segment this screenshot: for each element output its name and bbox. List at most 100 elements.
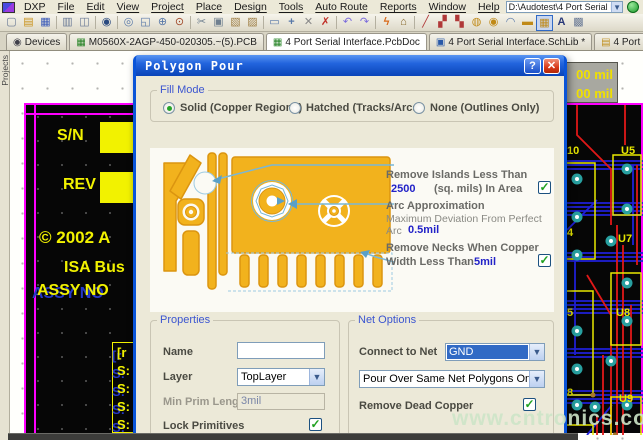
remove-necks-checkbox[interactable]: ✓ [538, 254, 551, 267]
copper-fill-rect [100, 172, 133, 203]
document-tab-label: 4 Port Serial Interface.SchLib * [448, 37, 585, 48]
toolbar-separator[interactable] [263, 16, 264, 29]
layer-select[interactable]: TopLayer ▼ [237, 368, 325, 386]
menu-item[interactable]: DXP [18, 1, 52, 13]
connect-to-net-select[interactable]: GND ▼ [445, 343, 545, 361]
chevron-down-icon[interactable]: ▼ [611, 2, 622, 12]
radio-hatched-label: Hatched (Tracks/Arcs) [306, 102, 422, 114]
radio-icon [289, 102, 301, 114]
document-tab[interactable]: ▦ M0560X-2AGP-450-020305.~(5).PCB [69, 33, 264, 50]
help-icon[interactable]: ? [524, 58, 541, 74]
select-area-icon[interactable]: ▭ [266, 15, 283, 31]
toolbar-separator[interactable] [190, 16, 191, 29]
menu-item[interactable]: Auto Route [309, 1, 374, 13]
dialog-title-bar[interactable]: Polygon Pour ? ✕ [136, 55, 564, 76]
print-icon[interactable]: ▥ [59, 15, 76, 31]
undo-icon[interactable]: ↶ [339, 15, 356, 31]
document-tab[interactable]: ◉ Devices [6, 33, 67, 50]
radio-none[interactable]: None (Outlines Only) [413, 102, 539, 114]
copy-icon[interactable]: ▣ [210, 15, 227, 31]
radio-solid[interactable]: Solid (Copper Regions) [163, 102, 302, 114]
toolbar-separator[interactable] [336, 16, 337, 29]
menu-item[interactable]: File [52, 1, 81, 13]
paste-array-icon[interactable]: ▨ [244, 15, 261, 31]
toolbar-separator[interactable] [117, 16, 118, 29]
name-field[interactable] [237, 342, 325, 359]
menu-item[interactable]: Project [145, 1, 190, 13]
place-net-icon[interactable]: ▚ [451, 15, 468, 31]
place-fill-icon[interactable]: ▬ [519, 15, 536, 31]
polygon-pour-dialog: Polygon Pour ? ✕ Fill Mode Solid (Copper… [133, 55, 567, 440]
menu-item[interactable]: Place [190, 1, 228, 13]
layer-label: Layer [163, 371, 192, 383]
lock-primitives-checkbox[interactable]: ✓ [309, 418, 322, 431]
menu-item[interactable]: View [111, 1, 146, 13]
menu-item[interactable]: Help [472, 1, 506, 13]
find-icon[interactable]: ⌂ [395, 15, 412, 31]
place-polygon-icon[interactable]: ▦ [536, 15, 553, 31]
close-icon[interactable]: ✕ [543, 58, 560, 74]
remove-islands-checkbox[interactable]: ✓ [538, 181, 551, 194]
silkscreen-box-line: S: [117, 363, 130, 378]
place-string-icon[interactable]: A [553, 15, 570, 31]
toolbar-separator[interactable] [56, 16, 57, 29]
document-tab-label: 4 Port Serial Interface.PcbDoc [285, 37, 420, 48]
menu-item[interactable]: Tools [273, 1, 310, 13]
help-advisor-icon[interactable] [627, 1, 639, 13]
arc-value[interactable]: 0.5mil [408, 224, 439, 236]
remove-islands-value[interactable]: 2500 [391, 183, 415, 195]
watermark-text: www.cntronics.com [452, 407, 643, 431]
open-folder-icon[interactable]: ▤ [20, 15, 37, 31]
project-path-combo[interactable]: D:\Audotest\4 Port Serial Inter ▼ [506, 1, 623, 13]
save-icon[interactable]: ▦ [37, 15, 54, 31]
zoom-selection-icon[interactable]: ⊙ [171, 15, 188, 31]
place-arc-icon[interactable]: ◠ [502, 15, 519, 31]
menu-item[interactable]: Reports [374, 1, 423, 13]
pcb-board-right[interactable]: 10 U5 4 U7 5 U8 8 U9 [567, 103, 643, 433]
net-options-caption: Net Options [355, 314, 419, 326]
fill-mode-caption: Fill Mode [157, 84, 208, 96]
menu-item[interactable]: Edit [80, 1, 110, 13]
toolbar-separator[interactable] [414, 16, 415, 29]
deselect-icon[interactable]: ✕ [300, 15, 317, 31]
radio-hatched[interactable]: Hatched (Tracks/Arcs) [289, 102, 422, 114]
place-track-icon[interactable]: ▞ [434, 15, 451, 31]
interactive-routing-icon[interactable]: ϟ [378, 15, 395, 31]
menu-item[interactable]: Design [228, 1, 273, 13]
silkscreen-text-rev: REV [63, 176, 96, 194]
place-pad-icon[interactable]: ◍ [468, 15, 485, 31]
zoom-in-icon[interactable]: ⊕ [154, 15, 171, 31]
document-icon: ▤ [601, 37, 610, 48]
silkscreen-text-isa: ISA Bus [64, 259, 125, 277]
redo-icon[interactable]: ↷ [356, 15, 373, 31]
toolbar-separator[interactable] [375, 16, 376, 29]
pour-over-select[interactable]: Pour Over Same Net Polygons Only ▼ [359, 370, 545, 388]
place-line-icon[interactable]: ╱ [417, 15, 434, 31]
toolbar-separator[interactable] [95, 16, 96, 29]
place-component-icon[interactable]: ▩ [570, 15, 587, 31]
new-document-icon[interactable]: ▢ [3, 15, 20, 31]
chevron-down-icon[interactable]: ▼ [529, 344, 544, 360]
print-preview-icon[interactable]: ◫ [76, 15, 93, 31]
view-3d-icon[interactable]: ◉ [98, 15, 115, 31]
chevron-down-icon[interactable]: ▼ [309, 369, 324, 385]
document-tab[interactable]: ▤ 4 Port UART and Line Drivers [594, 33, 643, 50]
chevron-down-icon[interactable]: ▼ [529, 371, 544, 387]
application-window: DXPFileEditViewProjectPlaceDesignToolsAu… [0, 0, 643, 440]
designator-label: 10 [567, 145, 579, 157]
radio-icon [163, 102, 175, 114]
zoom-document-icon[interactable]: ◎ [120, 15, 137, 31]
removed-island [194, 172, 216, 194]
projects-panel-tab[interactable]: Projects [0, 51, 10, 440]
remove-necks-value[interactable]: 5mil [474, 256, 496, 268]
paste-icon[interactable]: ▧ [227, 15, 244, 31]
document-tab[interactable]: ▣ 4 Port Serial Interface.SchLib * [429, 33, 592, 50]
cut-icon[interactable]: ✂ [193, 15, 210, 31]
move-icon[interactable]: + [283, 15, 300, 31]
zoom-area-icon[interactable]: ◱ [137, 15, 154, 31]
menu-item[interactable]: Window [423, 1, 472, 13]
document-tab[interactable]: ▦ 4 Port Serial Interface.PcbDoc [266, 33, 427, 50]
fill-mode-group: Fill Mode Solid (Copper Regions) Hatched… [150, 84, 554, 122]
place-via-icon[interactable]: ◉ [485, 15, 502, 31]
clear-filter-icon[interactable]: ✗ [317, 15, 334, 31]
